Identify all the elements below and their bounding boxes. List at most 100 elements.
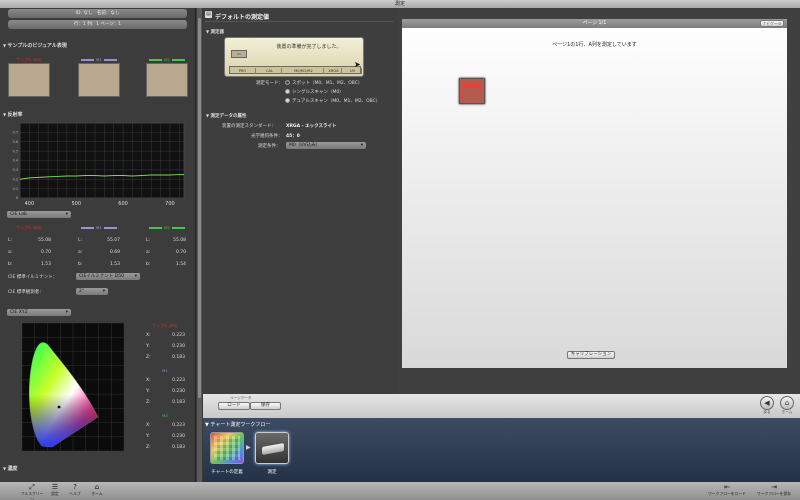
color-space-dropdown-lab-value: CIE Lab [10, 212, 27, 217]
color-space-dropdown-lab[interactable]: CIE Lab [7, 211, 71, 218]
lab-value-m0: 1.53 [40, 262, 51, 267]
load-workflow-button[interactable]: ⇤ ワークフローをロード [705, 483, 749, 497]
back-arrow-icon: ◀ [764, 399, 770, 407]
instrument-button[interactable]: XRGA [326, 68, 342, 74]
xyz-row-label: X: [146, 333, 151, 338]
measurement-mode-radio[interactable] [285, 89, 290, 94]
save-workflow-button[interactable]: ⇥ ワークフローを保存 [752, 483, 796, 497]
page-header-text: ページ 1/1 [582, 21, 607, 26]
instrument-status-message: 装置の準備が完了しました。 [276, 44, 342, 50]
workflow-title: ▼ チャート測定ワークフロー [205, 421, 270, 428]
xyz-row-label: Z: [146, 355, 151, 360]
xyz-group-header: M1 [144, 368, 186, 373]
home-label: ホーム [781, 410, 793, 414]
attr-section-title: 測定データの属性 [210, 114, 247, 119]
xyz-row-value: 0.230 [172, 344, 185, 349]
lab-value-m2: 0.70 [175, 250, 186, 255]
device-section-header[interactable]: 測定器 [206, 29, 224, 35]
illuminant-dropdown[interactable]: CIEイルミナント D50 [76, 273, 140, 280]
lab-value-m1: 1.53 [109, 262, 120, 267]
lab-row-label-m1: L: [78, 238, 83, 243]
navigator-button[interactable]: ナビゲータ [760, 20, 784, 27]
spectral-section-header[interactable]: 反射率 [3, 111, 22, 118]
instrument-button[interactable]: CAL [258, 68, 282, 74]
xyz-group-name: M1 [162, 368, 168, 373]
y-tick-label: 0.4 [13, 159, 18, 163]
y-tick-label: 0.6 [13, 140, 18, 144]
mouse-cursor-icon: ➤ [354, 60, 361, 69]
patch-label-m2-text: M2 [164, 57, 170, 62]
calibrate-button[interactable]: キャリブレーション [567, 351, 615, 359]
left-panel-scrollbar[interactable] [197, 8, 202, 482]
y-tick-label: 0.7 [13, 131, 18, 135]
lab-m2-swatch [149, 227, 163, 229]
xyz-row-value: 0.183 [172, 355, 185, 360]
instrument-button[interactable]: PRO [230, 68, 256, 74]
window-title-bar: 測定 [0, 0, 800, 8]
dock-home-button[interactable]: ⌂ ホーム [89, 483, 105, 497]
xyz-group-name: サンプル (M0) [152, 323, 178, 328]
measurement-instruction: ページ1の1行、A列を測定しています [552, 42, 637, 48]
lab-row-label: b: [8, 262, 13, 267]
dock-home-label: ホーム [91, 491, 103, 496]
patch-label-m1: M1 [78, 57, 120, 62]
measurement-mode-radio[interactable] [285, 80, 290, 85]
color-space-dropdown-xyz[interactable]: CIE XYZ [7, 309, 71, 316]
home-icon: ⌂ [784, 399, 790, 407]
save-workflow-icon: ⇥ [771, 483, 777, 491]
workflow-bar [203, 418, 800, 482]
x-tick-label: 700 [165, 201, 175, 207]
instrument-button[interactable]: M0/M1/M2 [284, 68, 324, 74]
patch-label-m0: サンプル (M0) [8, 57, 50, 62]
x-tick-label: 500 [71, 201, 81, 207]
spectral-reflectance-chart: 0 0.1 0.2 0.3 0.4 0.5 0.6 0.7 400 500 600 700 [13, 122, 185, 207]
y-tick-label: 0 [16, 196, 18, 200]
back-button[interactable]: ◀ [760, 396, 774, 410]
lab-m1-swatch [81, 227, 95, 229]
chart-definition-step[interactable] [210, 432, 244, 464]
patch-highlight-marker [462, 91, 464, 99]
lab-col-m1-text: M1 [96, 225, 102, 230]
back-label: 戻る [763, 410, 771, 414]
load-workflow-icon: ⇤ [724, 483, 730, 491]
observer-dropdown[interactable]: 2° [76, 288, 108, 295]
chart-patch-current[interactable] [459, 78, 485, 104]
load-button[interactable]: ロード [218, 402, 250, 410]
spectrophotometer-icon [262, 443, 284, 455]
measurement-mode-label-text: スポット（M0、M1、M2、OBC） [292, 81, 363, 86]
xyz-row-label: Y: [146, 434, 150, 439]
header-divider [205, 21, 393, 22]
fullscreen-button[interactable]: ⤢ フルスクリーン [20, 483, 44, 500]
attr-section-header[interactable]: 測定データの属性 [206, 113, 246, 119]
center-panel-title: デフォルトの測定値 [215, 14, 270, 21]
color-space-dropdown-xyz-value: CIE XYZ [10, 310, 28, 315]
help-button[interactable]: ? ヘルプ [67, 483, 83, 497]
density-section-header[interactable]: 濃度 [3, 465, 17, 472]
sample-id-pill: ID: なし 名前：なし [8, 9, 187, 18]
x-tick-label: 400 [25, 201, 35, 207]
y-tick-label: 0.5 [13, 149, 18, 153]
observer-label: CIE 標準観測者： [8, 290, 44, 295]
lab-value-m2: 55.08 [173, 238, 186, 243]
measurement-condition-dropdown[interactable]: M0（UV込み） [286, 142, 366, 149]
visual-section-header[interactable]: サンプルのビジュアル表現 [3, 42, 66, 49]
measurement-mode-label: 測定モード： [256, 81, 283, 86]
patch-label-m2: M2 [146, 57, 188, 62]
home-button[interactable]: ⌂ [780, 396, 794, 410]
lab-col-m2-text: M2 [164, 225, 170, 230]
scrollbar-thumb[interactable] [198, 18, 201, 398]
xyz-row-value: 0.230 [172, 434, 185, 439]
xyz-group-header: サンプル (M0) [144, 323, 186, 328]
x-tick-label: 600 [118, 201, 128, 207]
chart-grid-icon [214, 436, 240, 460]
measurement-standard-value: XRGA - エックスライト [286, 124, 337, 129]
xyz-row-value: 0.223 [172, 333, 185, 338]
geometry-value: 45：0 [286, 134, 300, 139]
measurement-standard-label: 装置の測定スタンダード： [222, 124, 276, 129]
dock-home-icon: ⌂ [94, 483, 100, 491]
lab-value-m1: 0.69 [109, 250, 120, 255]
measurement-mode-radio[interactable] [285, 98, 290, 103]
settings-button[interactable]: ☰ 設定 [47, 483, 63, 497]
save-page-data-button[interactable]: 保存 [250, 402, 281, 410]
measure-step[interactable] [255, 432, 289, 464]
